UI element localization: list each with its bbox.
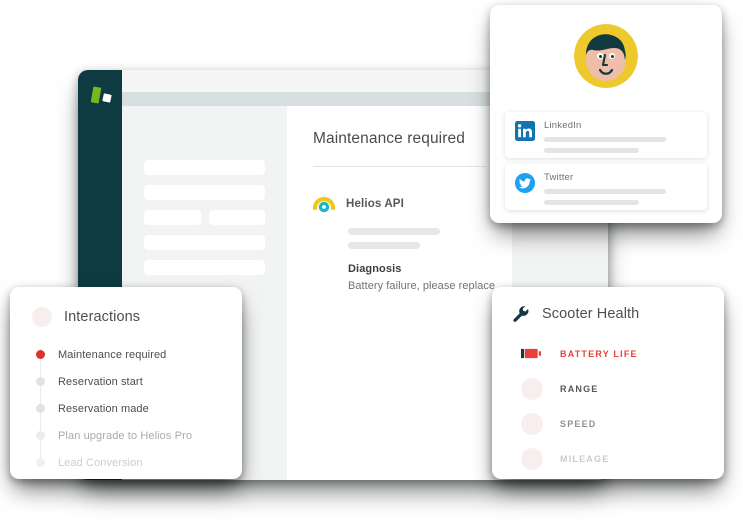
health-metrics: BATTERY LIFE RANGE SPEED MILEAGE (492, 336, 724, 476)
timeline-items: Maintenance required Reservation start Res… (32, 341, 242, 476)
metric-placeholder-circle (521, 447, 543, 470)
device-row: Helios API (313, 193, 486, 215)
timeline-item[interactable]: Plan upgrade to Helios Pro (32, 422, 242, 449)
timeline-item[interactable]: Maintenance required (32, 341, 242, 368)
device-name: Helios API (346, 198, 404, 210)
placeholder-bar (144, 160, 265, 175)
linkedin-icon (515, 121, 535, 141)
scooter-health-card: Scooter Health BATTERY LIFE RANGE SPEED MIL… (492, 287, 724, 479)
placeholder-bar (144, 210, 201, 225)
interactions-header: Interactions (10, 307, 242, 327)
twitter-icon (515, 173, 535, 193)
interactions-timeline: Maintenance required Reservation start Res… (10, 341, 242, 476)
placeholder-bar (144, 235, 265, 250)
interactions-card: Interactions Maintenance required Reserva… (10, 287, 242, 479)
interactions-title: Interactions (64, 309, 141, 325)
screenshot-stage: Maintenance required Helios API Diagnosi… (0, 0, 743, 525)
scooter-health-title: Scooter Health (542, 306, 640, 322)
placeholder-line (348, 242, 420, 249)
metric-circle (521, 377, 543, 400)
placeholder-line (544, 148, 639, 153)
social-card-twitter[interactable]: Twitter (505, 164, 707, 210)
social-name: LinkedIn (544, 120, 582, 131)
health-metric[interactable]: BATTERY LIFE (521, 336, 724, 371)
user-avatar (574, 24, 638, 88)
placeholder-line (544, 137, 667, 142)
health-metric[interactable]: RANGE (521, 371, 724, 406)
social-card-linkedin[interactable]: LinkedIn (505, 112, 707, 158)
helios-api-icon (313, 196, 335, 213)
placeholder-line (544, 200, 639, 205)
timeline-item-label: Maintenance required (58, 348, 167, 361)
metric-placeholder-circle (521, 412, 543, 435)
timeline-item[interactable]: Reservation made (32, 395, 242, 422)
timeline-dot (36, 404, 45, 413)
timeline-item-label: Reservation made (58, 402, 149, 415)
contact-card: LinkedIn Twitter (490, 5, 722, 223)
helios-logo-icon[interactable] (91, 86, 115, 108)
timeline-dot (36, 458, 45, 467)
diagnosis-label: Diagnosis (348, 263, 402, 275)
timeline-dot (36, 431, 45, 440)
wrench-icon (513, 306, 529, 322)
timeline-item[interactable]: Reservation start (32, 368, 242, 395)
metric-circle (521, 447, 543, 470)
contact-avatar-placeholder (32, 307, 52, 327)
timeline-item-label: Plan upgrade to Helios Pro (58, 429, 193, 442)
scooter-health-header: Scooter Health (492, 305, 724, 323)
maintenance-panel: Maintenance required Helios API Diagnosi… (287, 106, 512, 480)
timeline-item[interactable]: Lead Conversion (32, 449, 242, 476)
timeline-dot (36, 377, 45, 386)
battery-icon (521, 343, 543, 365)
health-metric-label: MILEAGE (560, 453, 610, 464)
panel-divider (313, 166, 486, 167)
timeline-item-label: Lead Conversion (58, 456, 143, 469)
placeholder-bar (144, 185, 265, 200)
social-meta: LinkedIn (544, 120, 697, 153)
panel-title: Maintenance required (313, 130, 465, 147)
health-metric[interactable]: MILEAGE (521, 441, 724, 476)
health-metric[interactable]: SPEED (521, 406, 724, 441)
placeholder-bar (144, 260, 265, 275)
placeholder-row (144, 210, 265, 225)
placeholder-bar (208, 210, 265, 225)
placeholder-line (348, 228, 440, 235)
health-metric-label: RANGE (560, 383, 599, 394)
health-metric-label: BATTERY LIFE (560, 348, 638, 359)
device-detail: Diagnosis Battery failure, please replac… (348, 228, 496, 292)
metric-circle (521, 412, 543, 435)
metric-placeholder-circle (521, 377, 543, 400)
timeline-item-label: Reservation start (58, 375, 143, 388)
health-metric-label: SPEED (560, 418, 597, 429)
timeline-dot (36, 350, 45, 359)
social-meta: Twitter (544, 172, 697, 205)
placeholder-line (544, 189, 667, 194)
diagnosis-text: Battery failure, please replace (348, 280, 496, 292)
social-name: Twitter (544, 172, 574, 183)
